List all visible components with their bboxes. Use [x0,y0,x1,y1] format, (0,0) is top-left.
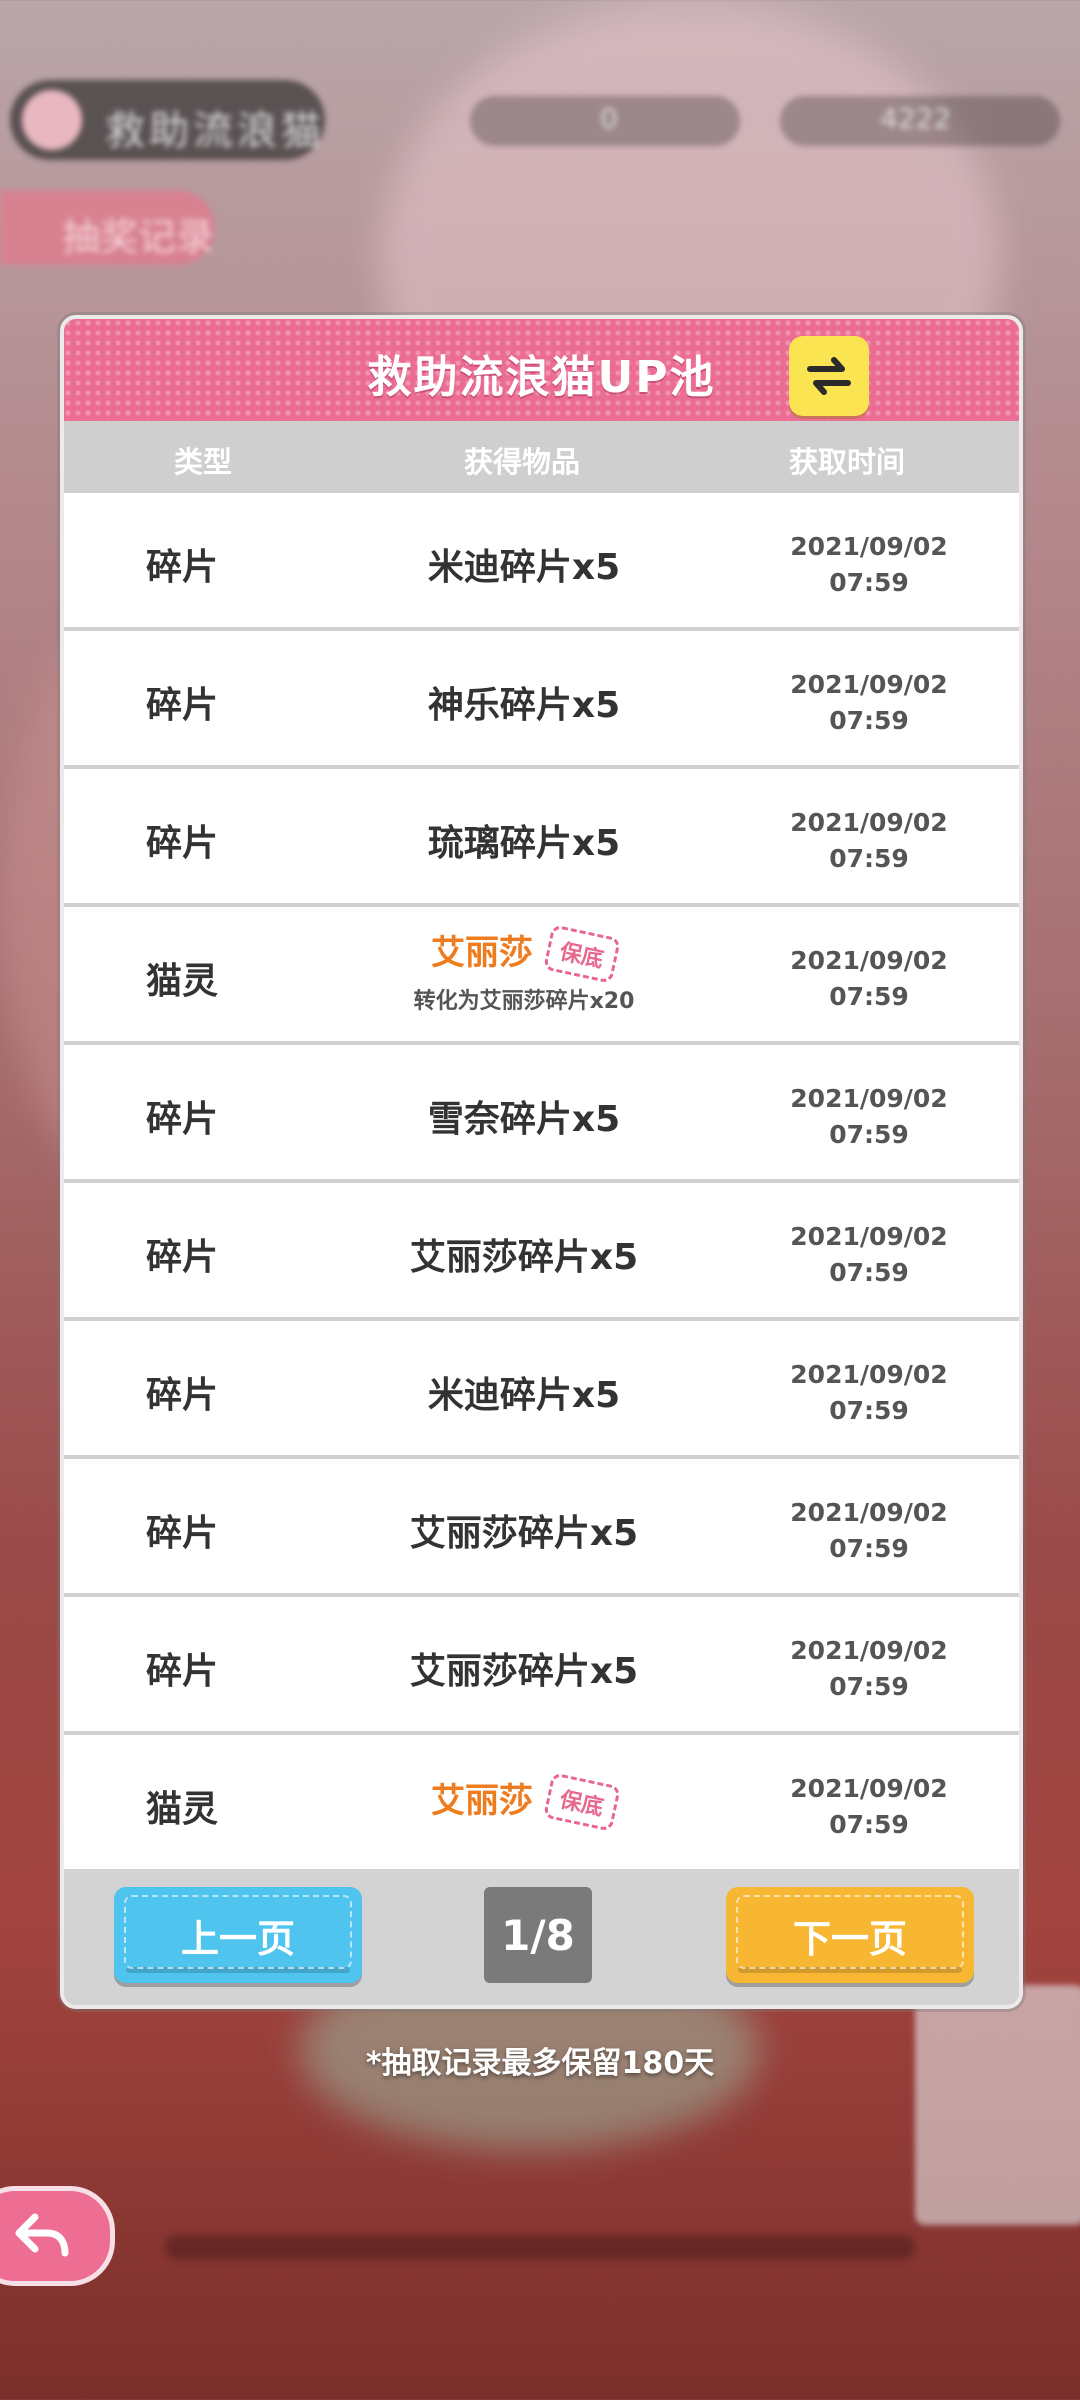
panel-header: 救助流浪猫UP池 [64,319,1019,421]
row-item: 艾丽莎 保底转化为艾丽莎碎片x20 [264,924,784,1015]
row-item: 米迪碎片x5 [427,1375,621,1416]
row-time: 2021/09/02 07:59 [774,529,964,601]
row-type: 碎片 [146,1237,219,1278]
row-date: 2021/09/02 [790,946,948,975]
draw-record-tab-label: 抽奖记录 [62,215,215,259]
switch-pool-button[interactable] [789,336,869,416]
panel-title: 救助流浪猫UP池 [367,352,716,403]
event-name: 救助流浪猫 [105,108,325,154]
row-clock: 07:59 [829,982,909,1011]
pagination-bar: 上一页 1/8 下一页 [64,1869,1019,2005]
column-type: 类型 [174,445,233,479]
row-clock: 07:59 [829,1396,909,1425]
row-type: 碎片 [146,1513,219,1554]
row-time: 2021/09/02 07:59 [774,1495,964,1567]
column-time: 获取时间 [789,445,906,479]
table-row: 猫灵 艾丽莎 保底 转化为艾丽莎碎片x20 2021/09/02 07:59 [64,907,1019,1045]
back-button[interactable] [0,2186,115,2286]
row-time: 2021/09/02 07:59 [774,1771,964,1843]
row-time: 2021/09/02 07:59 [774,1633,964,1705]
row-time: 2021/09/02 07:59 [774,667,964,739]
row-clock: 07:59 [829,706,909,735]
background-footnote [165,2235,915,2259]
draw-record-tab: 抽奖记录 [0,190,215,265]
row-item: 艾丽莎碎片x5 [409,1651,639,1692]
guarantee-stamp: 保底 [542,1772,622,1832]
table-header: 类型 获得物品 获取时间 [64,421,1019,493]
row-clock: 07:59 [829,844,909,873]
row-clock: 07:59 [829,1672,909,1701]
row-clock: 07:59 [829,1810,909,1839]
row-time: 2021/09/02 07:59 [774,1219,964,1291]
resource-counter-left: 0 [470,96,740,146]
row-date: 2021/09/02 [790,1360,948,1389]
table-row: 碎片 艾丽莎碎片x5 2021/09/02 07:59 [64,1183,1019,1321]
next-page-button[interactable]: 下一页 [726,1887,974,1983]
swap-arrows-icon [807,357,851,395]
row-item-conversion: 转化为艾丽莎碎片x20 [413,989,635,1014]
event-avatar-icon [22,90,82,150]
table-row: 碎片 米迪碎片x5 2021/09/02 07:59 [64,493,1019,631]
prev-page-button[interactable]: 上一页 [114,1887,362,1983]
row-time: 2021/09/02 07:59 [774,805,964,877]
row-item: 琉璃碎片x5 [427,823,621,864]
row-date: 2021/09/02 [790,1498,948,1527]
row-type: 碎片 [146,547,219,588]
row-clock: 07:59 [829,1120,909,1149]
row-item: 艾丽莎碎片x5 [409,1513,639,1554]
row-item: 米迪碎片x5 [427,547,621,588]
row-date: 2021/09/02 [790,532,948,561]
guarantee-stamp: 保底 [542,924,622,984]
row-time: 2021/09/02 07:59 [774,1357,964,1429]
row-time: 2021/09/02 07:59 [774,1081,964,1153]
row-clock: 07:59 [829,1258,909,1287]
row-time: 2021/09/02 07:59 [774,943,964,1015]
row-type: 碎片 [146,823,219,864]
row-type: 碎片 [146,685,219,726]
row-clock: 07:59 [829,568,909,597]
table-row: 碎片 米迪碎片x5 2021/09/02 07:59 [64,1321,1019,1459]
row-item-name: 艾丽莎 [430,1781,533,1821]
row-type: 碎片 [146,1099,219,1140]
row-date: 2021/09/02 [790,670,948,699]
row-type: 猫灵 [146,961,219,1002]
table-row: 猫灵 艾丽莎 保底 2021/09/02 07:59 [64,1735,1019,1873]
back-arrow-icon [15,2213,68,2257]
row-item: 艾丽莎碎片x5 [409,1237,639,1278]
row-type: 猫灵 [146,1789,219,1830]
draw-record-panel: 救助流浪猫UP池 类型 获得物品 获取时间 碎片 米迪碎片x5 2021/09/02… [60,315,1023,2009]
record-list: 碎片 米迪碎片x5 2021/09/02 07:59 碎片 神乐碎片x5 2021/09/0… [64,493,1019,1873]
background-promo-banner [915,1985,1080,2225]
page-indicator: 1/8 [484,1887,592,1983]
table-row: 碎片 琉璃碎片x5 2021/09/02 07:59 [64,769,1019,907]
table-row: 碎片 雪奈碎片x5 2021/09/02 07:59 [64,1045,1019,1183]
row-item: 雪奈碎片x5 [427,1099,621,1140]
resource-counter-right: 4222 [780,96,1060,146]
row-date: 2021/09/02 [790,1222,948,1251]
table-row: 碎片 艾丽莎碎片x5 2021/09/02 07:59 [64,1459,1019,1597]
row-item: 神乐碎片x5 [427,685,621,726]
table-row: 碎片 神乐碎片x5 2021/09/02 07:59 [64,631,1019,769]
row-item-name: 艾丽莎 [430,933,533,973]
table-row: 碎片 艾丽莎碎片x5 2021/09/02 07:59 [64,1597,1019,1735]
event-name-pill: 救助流浪猫 [10,80,325,160]
row-date: 2021/09/02 [790,1084,948,1113]
row-clock: 07:59 [829,1534,909,1563]
row-date: 2021/09/02 [790,808,948,837]
row-date: 2021/09/02 [790,1636,948,1665]
retention-note: *抽取记录最多保留180天 [365,2046,715,2081]
row-type: 碎片 [146,1651,219,1692]
row-date: 2021/09/02 [790,1774,948,1803]
column-item: 获得物品 [464,445,581,479]
row-type: 碎片 [146,1375,219,1416]
row-item: 艾丽莎 保底 [264,1772,784,1832]
